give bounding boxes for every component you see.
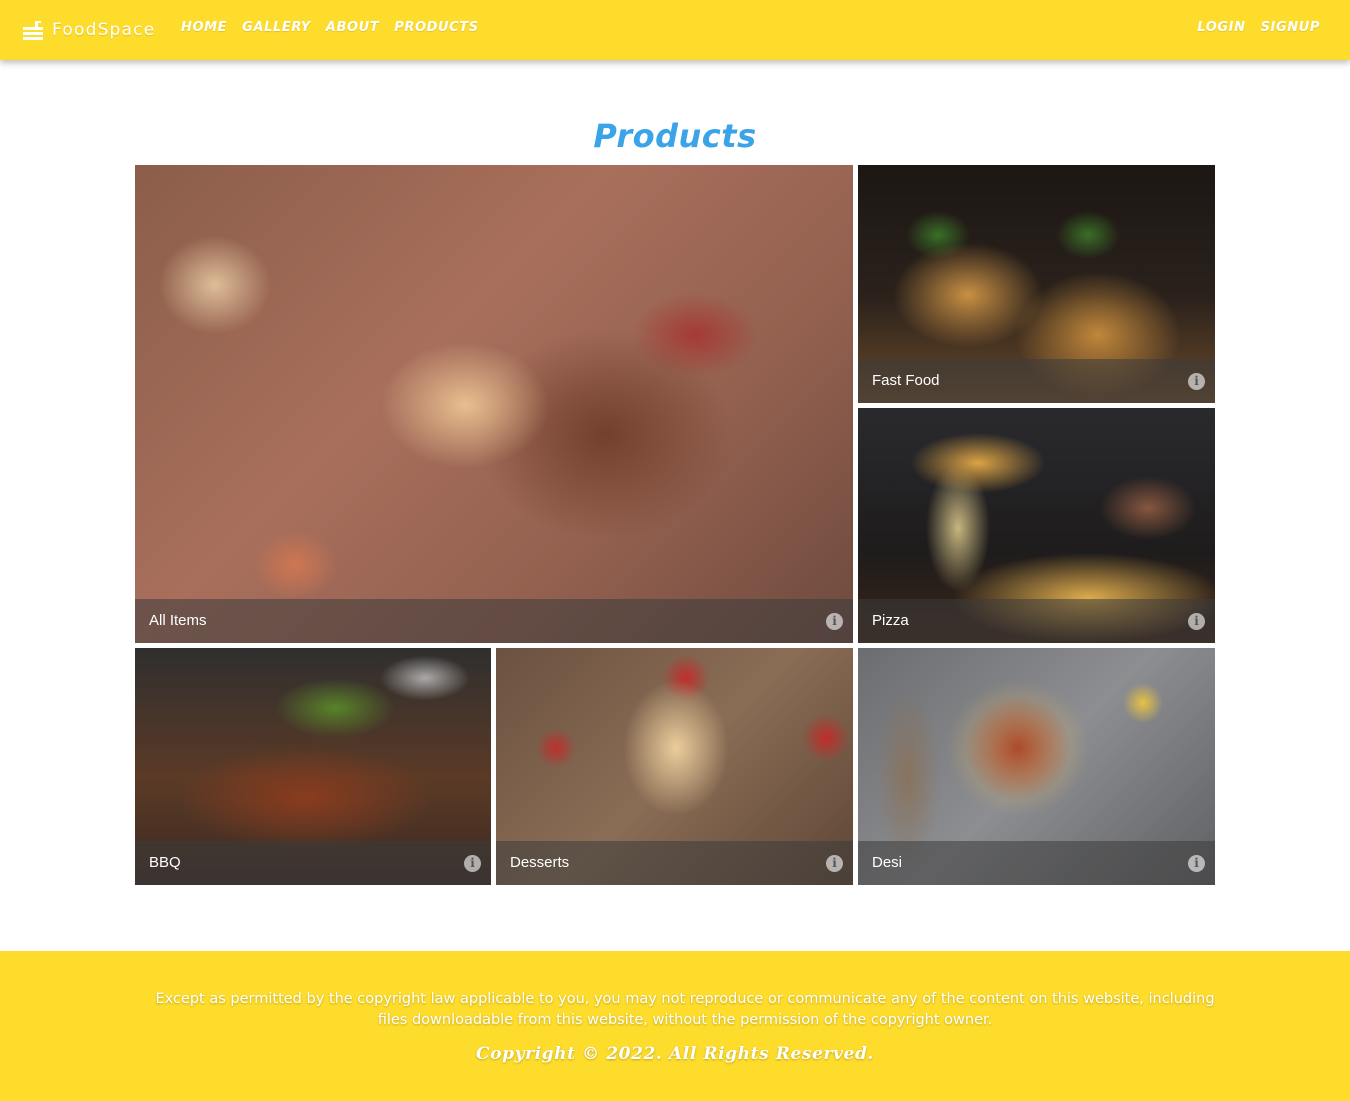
- main-nav: HOME GALLERY ABOUT PRODUCTS: [181, 20, 494, 35]
- tile-label: Desi: [872, 854, 903, 871]
- copyright-notice: Except as permitted by the copyright law…: [155, 991, 1215, 1028]
- nav-home-link[interactable]: HOME: [181, 20, 227, 35]
- product-tile-all-items[interactable]: All Items i: [135, 165, 853, 643]
- tile-label: Pizza: [872, 612, 909, 629]
- tile-caption-bar: [135, 599, 853, 643]
- tile-caption-bar: [858, 841, 1215, 885]
- brand-logo[interactable]: FoodSpace: [22, 16, 155, 44]
- info-icon[interactable]: i: [826, 855, 843, 872]
- product-tile-pizza[interactable]: Pizza i: [858, 408, 1215, 643]
- signup-link[interactable]: SIGNUP: [1261, 20, 1320, 35]
- brand-name: FoodSpace: [52, 20, 156, 40]
- tile-image: [135, 165, 853, 643]
- info-icon[interactable]: i: [464, 855, 481, 872]
- info-icon[interactable]: i: [1188, 373, 1205, 390]
- login-link[interactable]: LOGIN: [1197, 20, 1245, 35]
- tile-caption-bar: [135, 841, 491, 885]
- food-tray-icon: [23, 21, 43, 40]
- product-tile-desi[interactable]: Desi i: [858, 648, 1215, 885]
- tile-caption-bar: [858, 599, 1215, 643]
- tile-label: Fast Food: [872, 372, 940, 389]
- auth-nav: LOGIN SIGNUP: [1182, 20, 1320, 35]
- product-tile-fast-food[interactable]: Fast Food i: [858, 165, 1215, 403]
- page-title: Products: [593, 117, 757, 156]
- info-icon[interactable]: i: [1188, 613, 1205, 630]
- product-tile-desserts[interactable]: Desserts i: [496, 648, 853, 885]
- copyright-line: Copyright © 2022. All Rights Reserved.: [476, 1044, 874, 1064]
- tile-label: Desserts: [510, 854, 570, 871]
- info-icon[interactable]: i: [826, 613, 843, 630]
- product-tile-bbq[interactable]: BBQ i: [135, 648, 491, 885]
- tile-label: BBQ: [149, 854, 181, 871]
- tile-label: All Items: [149, 612, 207, 629]
- footer: Except as permitted by the copyright law…: [0, 951, 1350, 1101]
- info-icon[interactable]: i: [1188, 855, 1205, 872]
- nav-gallery-link[interactable]: GALLERY: [242, 20, 311, 35]
- nav-products-link[interactable]: PRODUCTS: [394, 20, 479, 35]
- nav-about-link[interactable]: ABOUT: [326, 20, 379, 35]
- navbar: FoodSpace HOME GALLERY ABOUT PRODUCTS LO…: [0, 0, 1350, 60]
